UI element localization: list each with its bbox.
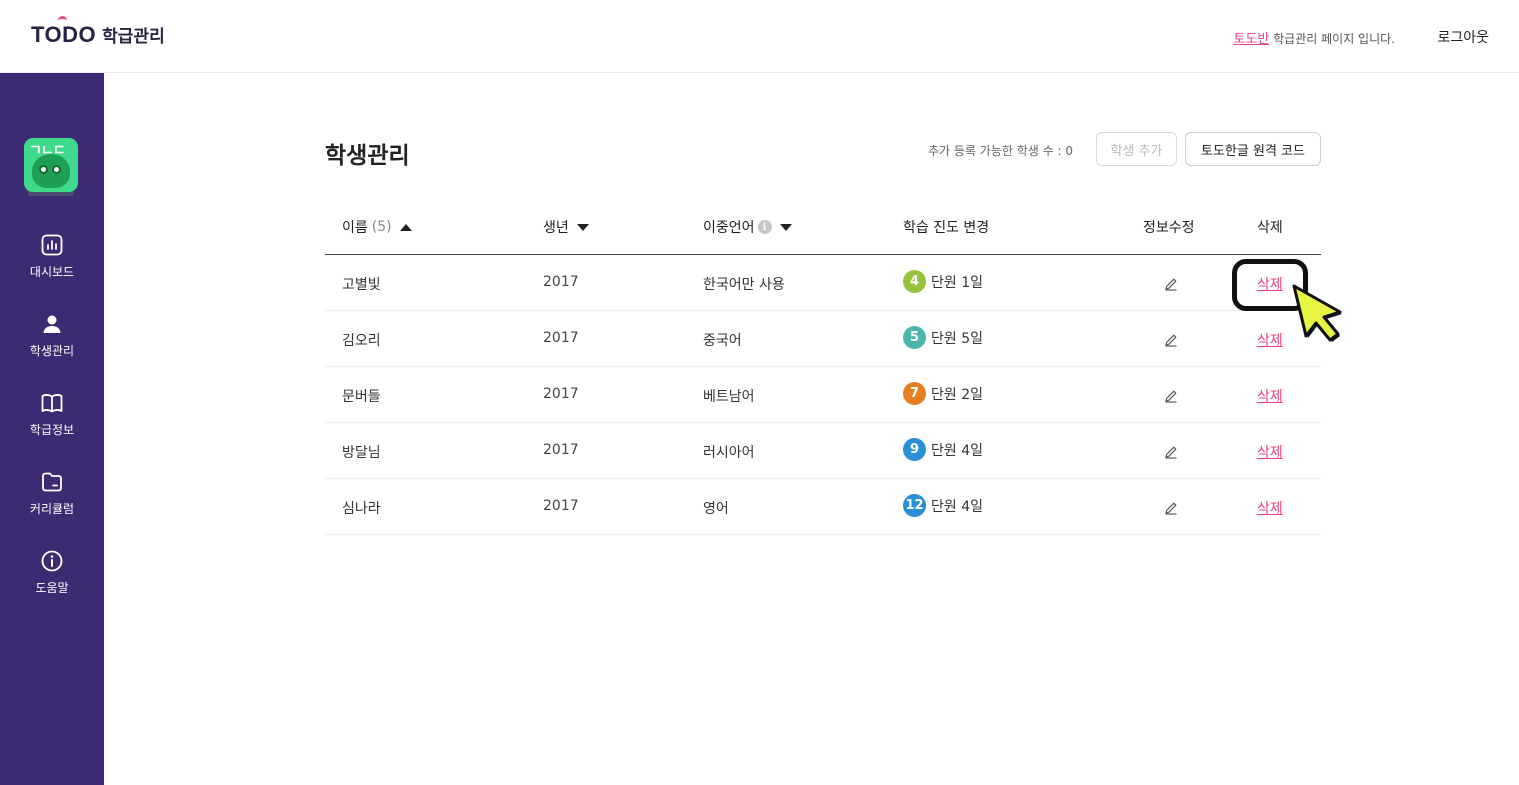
sort-asc-icon bbox=[399, 223, 412, 231]
student-count: (5) bbox=[371, 219, 392, 235]
table-header: 이름 (5) 생년 이중언어 i 학습 진도 변경 정보수정 삭제 bbox=[325, 200, 1321, 255]
column-header-delete: 삭제 bbox=[1257, 217, 1283, 237]
class-avatar: ㄱㄴㄷ bbox=[24, 138, 79, 198]
table-row: 심나라 2017 영어 12 단원 4일 삭제 bbox=[325, 479, 1321, 535]
student-name: 김오리 bbox=[342, 333, 381, 349]
progress-text: 단원 2일 bbox=[931, 386, 983, 403]
logo-subtitle: 학급관리 bbox=[102, 27, 165, 47]
table-row: 문버들 2017 베트남어 7 단원 2일 삭제 bbox=[325, 367, 1321, 423]
dashboard-icon bbox=[41, 234, 63, 256]
student-name: 문버들 bbox=[342, 389, 381, 405]
sidebar-item-label: 커리큘럼 bbox=[29, 502, 75, 516]
avatar-character bbox=[32, 154, 70, 188]
birth-year: 2017 bbox=[543, 498, 579, 514]
sidebar-item-label: 학급정보 bbox=[29, 423, 75, 437]
avatar-eye-left bbox=[39, 165, 48, 174]
language: 러시아어 bbox=[703, 445, 755, 461]
student-name: 방달님 bbox=[342, 445, 381, 461]
sidebar-item-label: 대시보드 bbox=[29, 265, 75, 279]
delete-link[interactable]: 삭제 bbox=[1257, 330, 1283, 350]
column-header-edit: 정보수정 bbox=[1143, 217, 1195, 237]
person-icon bbox=[43, 315, 61, 333]
logo[interactable]: TODO 학급관리 bbox=[31, 16, 165, 48]
sort-desc-icon bbox=[779, 223, 792, 231]
progress-control[interactable]: 5 단원 5일 bbox=[903, 326, 983, 349]
table-row: 김오리 2017 중국어 5 단원 5일 삭제 bbox=[325, 311, 1321, 367]
delete-link[interactable]: 삭제 bbox=[1257, 442, 1283, 462]
delete-link[interactable]: 삭제 bbox=[1257, 386, 1283, 406]
progress-control[interactable]: 12 단원 4일 bbox=[903, 494, 983, 517]
column-header-edit-label: 정보수정 bbox=[1143, 220, 1195, 236]
column-header-progress: 학습 진도 변경 bbox=[903, 217, 989, 237]
logo-accent-mark bbox=[58, 16, 67, 21]
remote-code-button[interactable]: 토도한글 원격 코드 bbox=[1185, 132, 1321, 166]
logo-text: TODO bbox=[31, 22, 97, 47]
column-header-delete-label: 삭제 bbox=[1257, 220, 1283, 236]
edit-pencil-icon[interactable] bbox=[1163, 444, 1179, 460]
column-header-language-label: 이중언어 bbox=[703, 220, 755, 236]
language: 한국어만 사용 bbox=[703, 277, 785, 293]
progress-control[interactable]: 7 단원 2일 bbox=[903, 382, 983, 405]
language: 영어 bbox=[703, 501, 729, 517]
student-name: 고별빛 bbox=[342, 277, 381, 293]
progress-text: 단원 4일 bbox=[931, 498, 983, 515]
sidebar-item-help[interactable]: 도움말 bbox=[0, 549, 104, 596]
edit-pencil-icon[interactable] bbox=[1163, 332, 1179, 348]
sidebar-item-curriculum[interactable]: 커리큘럼 bbox=[0, 470, 104, 517]
logout-button[interactable]: 로그아웃 bbox=[1437, 27, 1489, 47]
info-icon bbox=[41, 550, 63, 572]
edit-pencil-icon[interactable] bbox=[1163, 388, 1179, 404]
progress-text: 단원 4일 bbox=[931, 442, 983, 459]
class-name-link[interactable]: 토도반 bbox=[1233, 32, 1269, 47]
column-header-language[interactable]: 이중언어 i bbox=[703, 217, 792, 237]
language: 중국어 bbox=[703, 333, 742, 349]
delete-link[interactable]: 삭제 bbox=[1257, 498, 1283, 518]
book-icon bbox=[41, 394, 63, 413]
birth-year: 2017 bbox=[543, 274, 579, 290]
level-badge: 7 bbox=[903, 382, 926, 405]
sidebar-item-dashboard[interactable]: 대시보드 bbox=[0, 233, 104, 280]
pointer-cursor-icon bbox=[1292, 284, 1342, 342]
sidebar-item-students[interactable]: 학생관리 bbox=[0, 312, 104, 359]
progress-control[interactable]: 9 단원 4일 bbox=[903, 438, 983, 461]
edit-pencil-icon[interactable] bbox=[1163, 276, 1179, 292]
column-header-progress-label: 학습 진도 변경 bbox=[903, 220, 990, 236]
top-header: TODO 학급관리 토도반 학급관리 페이지 입니다. 로그아웃 bbox=[0, 0, 1519, 73]
column-header-year[interactable]: 생년 bbox=[543, 217, 589, 237]
progress-text: 단원 5일 bbox=[931, 330, 983, 347]
edit-pencil-icon[interactable] bbox=[1163, 500, 1179, 516]
table-row: 고별빛 2017 한국어만 사용 4 단원 1일 삭제 bbox=[325, 255, 1321, 311]
sidebar-item-label: 도움말 bbox=[35, 581, 69, 595]
student-name: 심나라 bbox=[342, 501, 381, 517]
level-badge: 12 bbox=[903, 494, 926, 517]
header-message: 토도반 학급관리 페이지 입니다. bbox=[1233, 28, 1395, 47]
sidebar: ㄱㄴㄷ 대시보드 학생관리 학급정보 커리큘럼 도움말 bbox=[0, 73, 104, 785]
folder-icon bbox=[42, 472, 62, 492]
level-badge: 4 bbox=[903, 270, 926, 293]
birth-year: 2017 bbox=[543, 386, 579, 402]
language: 베트남어 bbox=[703, 389, 755, 405]
progress-text: 단원 1일 bbox=[931, 274, 983, 291]
column-header-name-label: 이름 bbox=[342, 220, 368, 236]
table-row: 방달님 2017 러시아어 9 단원 4일 삭제 bbox=[325, 423, 1321, 479]
level-badge: 9 bbox=[903, 438, 926, 461]
add-student-button[interactable]: 학생 추가 bbox=[1096, 132, 1177, 166]
level-badge: 5 bbox=[903, 326, 926, 349]
sidebar-item-label: 학생관리 bbox=[29, 344, 75, 358]
avatar-card: ㄱㄴㄷ bbox=[24, 138, 78, 192]
header-message-text: 학급관리 페이지 입니다. bbox=[1269, 32, 1395, 46]
column-header-year-label: 생년 bbox=[543, 220, 569, 236]
birth-year: 2017 bbox=[543, 330, 579, 346]
page-title: 학생관리 bbox=[325, 143, 410, 169]
avatar-eye-right bbox=[52, 165, 61, 174]
birth-year: 2017 bbox=[543, 442, 579, 458]
available-student-count: 추가 등록 가능한 학생 수 : 0 bbox=[928, 144, 1073, 158]
info-icon[interactable]: i bbox=[757, 220, 772, 234]
progress-control[interactable]: 4 단원 1일 bbox=[903, 270, 983, 293]
sidebar-item-class-info[interactable]: 학급정보 bbox=[0, 391, 104, 438]
sort-desc-icon bbox=[576, 223, 589, 231]
column-header-name[interactable]: 이름 (5) bbox=[342, 217, 412, 237]
